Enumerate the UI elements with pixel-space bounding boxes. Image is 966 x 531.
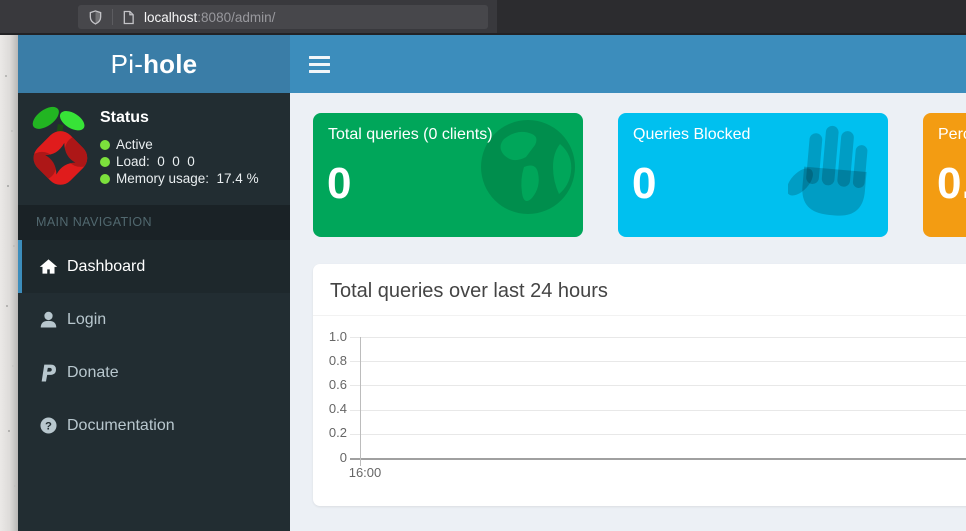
page-info-icon[interactable] — [122, 10, 135, 25]
grid-line — [350, 409, 966, 411]
status-ok-dot-icon — [100, 156, 110, 167]
url-path: :8080/admin/ — [197, 9, 276, 25]
browser-toolbar: localhost:8080/admin/ — [0, 0, 966, 35]
sidebar-item-label: Login — [67, 310, 107, 328]
question-circle-icon: ? — [37, 417, 59, 434]
desktop-texture — [3, 35, 5, 37]
status-row-load: Load: 0 0 0 — [100, 153, 259, 170]
x-axis-tick-label: 16:00 — [348, 465, 382, 480]
sidebar-item-label: Documentation — [67, 416, 175, 434]
grid-line — [350, 361, 966, 363]
sidebar-item-documentation[interactable]: ? Documentation — [18, 399, 290, 452]
status-label: Active — [116, 137, 153, 152]
sidebar-item-donate[interactable]: Donate — [18, 346, 290, 399]
y-axis-tick-label: 0.2 — [328, 425, 347, 441]
card-value: 0 — [632, 159, 657, 208]
status-row-memory: Memory usage: 17.4 % — [100, 170, 259, 187]
queries-over-time-chart: 1.0 0.8 0.6 0.4 0.2 0 16:00 — [313, 264, 966, 506]
brand-name-light: Pi- — [110, 48, 144, 79]
status-row-active: Active — [100, 136, 259, 153]
sidebar-item-login[interactable]: Login — [18, 293, 290, 346]
main-content: Total queries (0 clients) 0 Queries Bloc… — [290, 93, 966, 531]
card-value: 0.0% — [937, 159, 966, 208]
url-host: localhost — [144, 9, 198, 25]
home-icon — [37, 258, 59, 275]
y-axis-tick-label: 0.8 — [328, 352, 347, 368]
brand-name-bold: hole — [143, 48, 198, 79]
card-title: Queries Blocked — [633, 126, 751, 143]
sidebar: Pi-hole Status Active Load: 0 0 0 Memory… — [18, 35, 290, 531]
user-icon — [37, 311, 59, 328]
y-axis-tick-label: 0.4 — [328, 401, 347, 417]
y-axis-tick-label: 0 — [339, 449, 347, 465]
globe-icon — [478, 117, 578, 222]
sidebar-toggle-button[interactable] — [309, 56, 331, 77]
sidebar-section-header: MAIN NAVIGATION — [18, 205, 290, 240]
brand-logo[interactable]: Pi-hole — [18, 35, 290, 93]
x-axis-line — [350, 458, 966, 460]
y-axis-tick-label: 0.6 — [328, 376, 347, 392]
status-label: Memory usage: 17.4 % — [116, 171, 259, 186]
card-total-queries: Total queries (0 clients) 0 — [313, 113, 583, 237]
sidebar-item-label: Dashboard — [67, 257, 146, 275]
card-title: Total queries (0 clients) — [328, 126, 493, 143]
paypal-icon — [37, 364, 59, 382]
card-queries-blocked: Queries Blocked 0 — [618, 113, 888, 237]
svg-text:?: ? — [45, 420, 52, 432]
url-bar[interactable]: localhost:8080/admin/ — [78, 5, 488, 29]
tracking-protection-shield-icon[interactable] — [88, 9, 103, 26]
y-axis-line — [360, 337, 361, 466]
grid-line — [350, 433, 966, 435]
grid-line — [350, 385, 966, 387]
card-value: 0 — [327, 159, 352, 208]
url-text[interactable]: localhost:8080/admin/ — [144, 10, 275, 25]
status-ok-dot-icon — [100, 139, 110, 150]
status-text-block: Status Active Load: 0 0 0 Memory usage: … — [100, 109, 259, 187]
sidebar-item-dashboard[interactable]: Dashboard — [18, 240, 290, 293]
card-percent-blocked: Percent Blocked 0.0% — [923, 113, 966, 237]
url-bar-divider — [112, 9, 113, 25]
queries-chart-panel: Total queries over last 24 hours 1.0 0.8 0… — [313, 264, 966, 506]
top-navbar — [290, 35, 966, 93]
toolbar-empty-area — [497, 0, 966, 33]
status-ok-dot-icon — [100, 173, 110, 184]
pihole-raspberry-logo-icon — [27, 106, 92, 185]
hand-paper-icon — [786, 120, 878, 233]
status-title: Status — [100, 109, 149, 126]
status-panel: Status Active Load: 0 0 0 Memory usage: … — [18, 93, 290, 205]
card-title: Percent Blocked — [938, 126, 966, 143]
grid-line — [350, 337, 966, 338]
sidebar-item-label: Donate — [67, 363, 119, 381]
screen: localhost:8080/admin/ Pi-hole Status Act… — [0, 0, 966, 531]
sidebar-menu: Dashboard Login Donate ? Documentation — [18, 240, 290, 452]
desktop-background — [0, 35, 18, 531]
y-axis-tick-label: 1.0 — [328, 328, 347, 344]
status-label: Load: 0 0 0 — [116, 154, 195, 169]
